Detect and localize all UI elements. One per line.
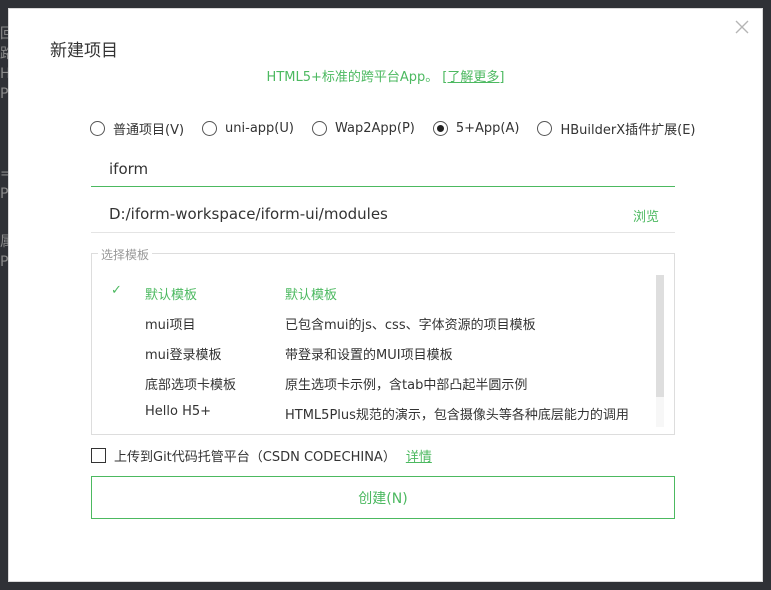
radio-circle[interactable]: [311, 121, 327, 136]
git-detail-link[interactable]: 详情: [406, 446, 432, 465]
template-desc: 已包含mui的js、css、字体资源的项目模板: [285, 318, 536, 333]
close-icon: [735, 20, 749, 34]
template-desc: 原生选项卡示例，含tab中部凸起半圆示例: [285, 378, 528, 393]
subtitle-text: HTML5+标准的跨平台App。: [266, 70, 439, 85]
template-item[interactable]: Hello H5+ HTML5Plus规范的演示，包含摄像头等各种底层能力的调用: [92, 399, 652, 429]
radio-normal-project[interactable]: 普通项目(V): [90, 119, 184, 138]
radio-label: HBuilderX插件扩展(E): [560, 123, 696, 138]
radio-wap2app[interactable]: Wap2App(P): [311, 121, 415, 136]
project-name-input[interactable]: [91, 151, 675, 187]
dialog-title: 新建项目: [50, 41, 118, 61]
template-item[interactable]: 底部选项卡模板 原生选项卡示例，含tab中部凸起半圆示例: [92, 369, 652, 399]
radio-label: Wap2App(P): [334, 121, 415, 136]
learn-more-link[interactable]: [了解更多]: [442, 70, 504, 85]
scrollbar-thumb[interactable]: [656, 275, 664, 397]
template-name: 默认模板: [145, 288, 198, 303]
radio-circle[interactable]: [537, 121, 553, 136]
radio-circle-checked[interactable]: [432, 121, 448, 136]
template-name: mui项目: [145, 318, 196, 333]
template-item[interactable]: mui项目 已包含mui的js、css、字体资源的项目模板: [92, 309, 652, 339]
dialog-subtitle: HTML5+标准的跨平台App。 [了解更多]: [9, 66, 762, 85]
template-desc: HTML5Plus规范的演示，包含摄像头等各种底层能力的调用: [285, 408, 629, 423]
project-path-text[interactable]: D:/iform-workspace/iform-ui/modules: [109, 205, 388, 223]
radio-label: 5+App(A): [455, 121, 520, 136]
template-selector: 选择模板 ✓ 默认模板 默认模板 mui项目 已包含mui的js、css、字体资…: [91, 246, 675, 435]
template-name: mui登录模板: [145, 348, 222, 363]
radio-label: 普通项目(V): [113, 123, 185, 138]
check-icon: ✓: [111, 283, 122, 298]
template-desc: 默认模板: [285, 288, 338, 303]
git-upload-option: 上传到Git代码托管平台（CSDN CODECHINA） 详情: [91, 446, 432, 465]
create-button[interactable]: 创建(N): [91, 476, 675, 519]
template-name: Hello H5+: [145, 404, 212, 419]
close-button[interactable]: [734, 19, 750, 35]
new-project-dialog: 新建项目 HTML5+标准的跨平台App。 [了解更多] 普通项目(V) uni-…: [8, 8, 763, 582]
radio-label: uni-app(U): [225, 121, 294, 136]
template-item[interactable]: mui登录模板 带登录和设置的MUI项目模板: [92, 339, 652, 369]
git-upload-checkbox[interactable]: [91, 448, 106, 463]
radio-circle[interactable]: [202, 121, 218, 136]
radio-hbuilderx-plugin[interactable]: HBuilderX插件扩展(E): [537, 119, 696, 138]
project-path-field[interactable]: D:/iform-workspace/iform-ui/modules 浏览: [91, 197, 675, 233]
template-list: ✓ 默认模板 默认模板 mui项目 已包含mui的js、css、字体资源的项目模…: [92, 279, 652, 429]
project-type-radio-group: 普通项目(V) uni-app(U) Wap2App(P) 5+App(A) H…: [90, 119, 696, 138]
template-name: 底部选项卡模板: [145, 378, 237, 393]
browse-button[interactable]: 浏览: [633, 206, 659, 225]
template-item[interactable]: ✓ 默认模板 默认模板: [92, 279, 652, 309]
template-scrollbar[interactable]: [656, 275, 664, 427]
template-desc: 带登录和设置的MUI项目模板: [285, 348, 453, 363]
git-upload-label[interactable]: 上传到Git代码托管平台（CSDN CODECHINA）: [114, 446, 396, 465]
radio-5plus-app[interactable]: 5+App(A): [432, 121, 520, 136]
radio-circle[interactable]: [90, 121, 105, 136]
radio-uni-app[interactable]: uni-app(U): [202, 121, 294, 136]
template-legend: 选择模板: [98, 246, 153, 263]
